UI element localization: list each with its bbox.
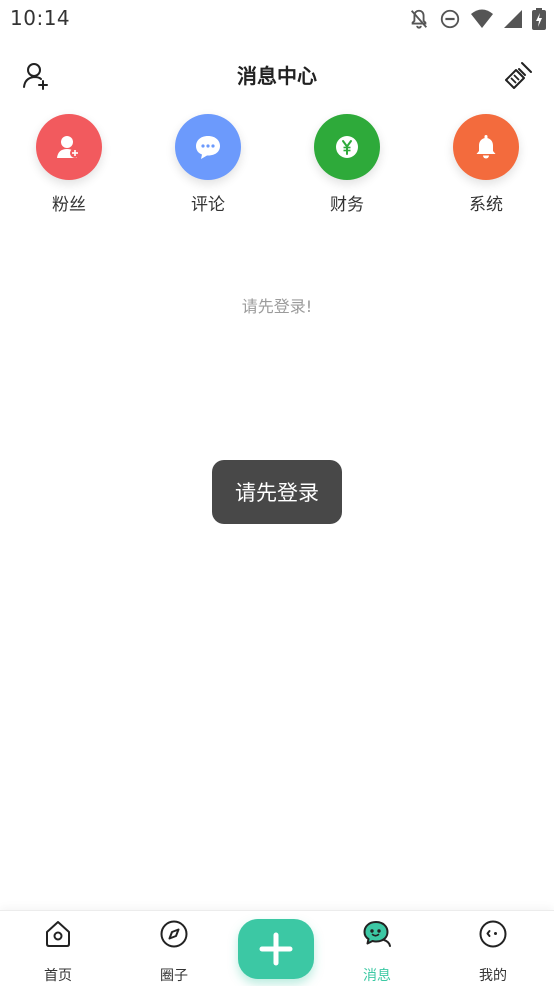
finance-yen-icon	[336, 136, 358, 158]
status-bar: 10:14	[0, 0, 554, 38]
nav-label-messages: 消息	[363, 968, 391, 984]
notifications-off-icon	[410, 9, 428, 29]
message-categories: 粉丝 评论 财务 系统	[0, 114, 554, 215]
profile-face-icon	[479, 920, 507, 948]
bottom-nav: 首页 圈子 消息 我的	[0, 910, 554, 986]
category-fans-circle	[36, 114, 102, 180]
category-system[interactable]: 系统	[436, 114, 536, 215]
wifi-icon	[471, 9, 493, 28]
fans-icon	[57, 136, 80, 158]
broom-clear-icon	[505, 62, 532, 89]
battery-charging-icon	[532, 8, 546, 30]
category-comments-label: 评论	[191, 195, 225, 215]
category-system-label: 系统	[469, 195, 503, 215]
header: 消息中心	[0, 48, 554, 102]
comment-icon	[196, 136, 220, 159]
compass-icon	[160, 920, 188, 948]
nav-item-mine[interactable]: 我的	[453, 919, 533, 985]
category-system-circle	[453, 114, 519, 180]
do-not-disturb-icon	[440, 9, 460, 29]
login-prompt-text: 请先登录!	[241, 297, 313, 316]
status-time: 10:14	[10, 6, 71, 30]
nav-label-circle: 圈子	[160, 968, 188, 984]
nav-item-messages[interactable]: 消息	[337, 919, 417, 985]
status-icons	[408, 8, 546, 30]
signal-icon	[504, 10, 522, 28]
category-finance-circle	[314, 114, 380, 180]
clear-messages-button[interactable]	[502, 60, 534, 92]
nav-item-circle[interactable]: 圈子	[134, 919, 214, 985]
category-fans-label: 粉丝	[52, 195, 86, 215]
category-comments[interactable]: 评论	[158, 114, 258, 215]
category-fans[interactable]: 粉丝	[19, 114, 119, 215]
message-icon	[363, 921, 391, 947]
home-icon	[46, 921, 70, 947]
toast-message: 请先登录	[212, 460, 342, 524]
category-comments-circle	[175, 114, 241, 180]
nav-label-mine: 我的	[479, 968, 507, 984]
category-finance-label: 财务	[330, 195, 364, 215]
nav-label-home: 首页	[44, 968, 72, 984]
nav-item-home[interactable]: 首页	[18, 919, 98, 985]
plus-icon	[259, 932, 293, 966]
create-post-button[interactable]	[238, 919, 314, 979]
bell-icon	[476, 135, 496, 159]
page-title: 消息中心	[237, 64, 317, 88]
category-finance[interactable]: 财务	[297, 114, 397, 215]
